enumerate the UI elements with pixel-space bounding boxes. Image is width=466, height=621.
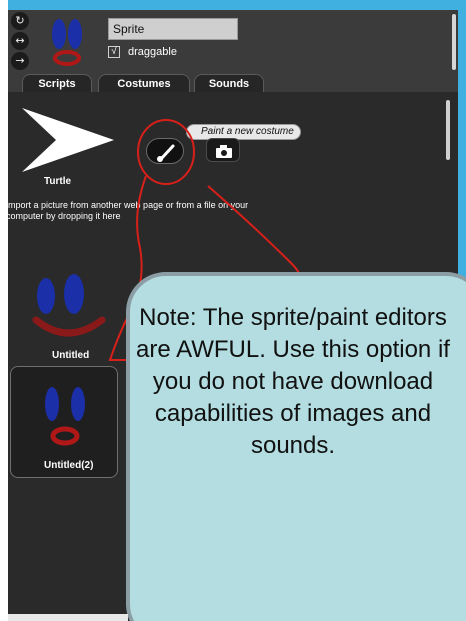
note-text: Note: The sprite/paint editors are AWFUL…: [136, 304, 450, 459]
bottom-strip: [8, 614, 128, 621]
screenshot: ↻ ↔ → Sprite √ draggable Scripts Costume…: [0, 0, 466, 621]
